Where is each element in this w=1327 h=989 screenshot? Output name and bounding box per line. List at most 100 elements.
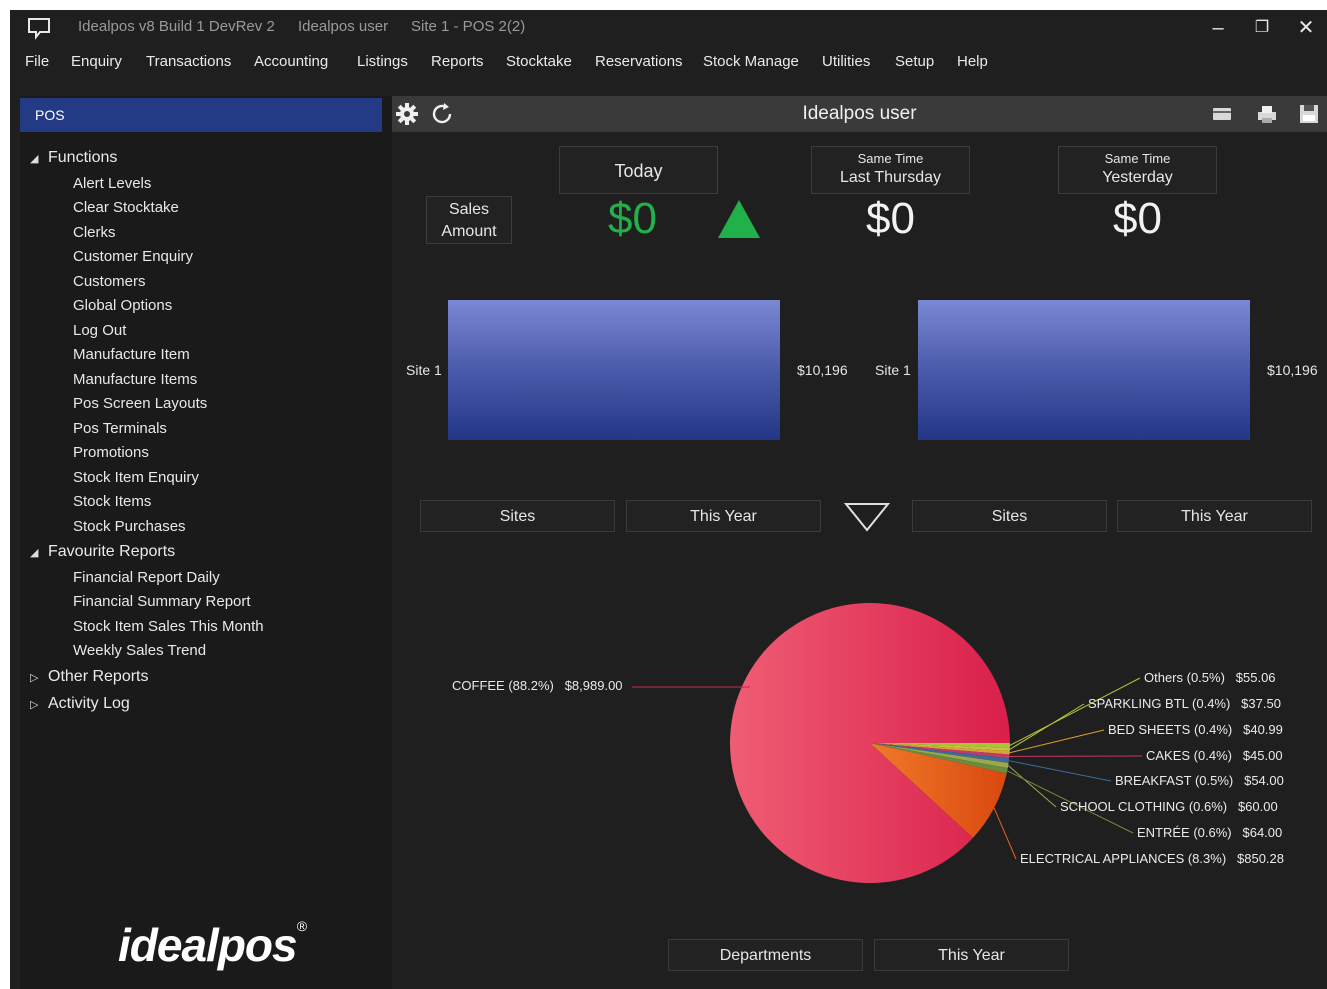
pie-label-text: COFFEE (88.2%) [452,678,554,693]
menu-transactions[interactable]: Transactions [146,53,231,70]
tree-item-global-options[interactable]: Global Options [73,297,172,314]
close-icon: ✕ [1297,17,1315,39]
pie-slice-electrical-appliances[interactable] [870,743,1007,838]
yesterday-line1: Same Time [1104,151,1171,166]
select-value: This Year [690,508,757,525]
pie-label-value: $8,989.00 [564,678,623,693]
menu-file[interactable]: File [25,53,49,70]
pie-label-text: BED SHEETS (0.4%) [1108,722,1233,737]
pie-label-entree: ENTRÉE (0.6%) $64.00 [1137,825,1282,840]
tree-item-stock-item-enquiry[interactable]: Stock Item Enquiry [73,469,199,486]
leader-line-3 [1007,765,1057,808]
last-thursday-label: Same Time Last Thursday [811,146,970,194]
main-header: Idealpos user [392,96,1327,132]
sidebar-tab-label: POS [35,107,65,123]
select-value: Departments [719,947,812,964]
pie-label-text: Others (0.5%) [1144,670,1225,685]
pie-label-value: $45.00 [1242,748,1283,763]
printer-icon[interactable] [1254,102,1280,126]
pie-grouping-select[interactable]: Departments [668,939,863,971]
tree-group-functions[interactable]: ◢ Functions [30,149,117,167]
select-value: This Year [1181,508,1248,525]
collapse-triangle-icon[interactable] [844,501,890,533]
tree-item-customers[interactable]: Customers [73,273,146,290]
sidebar: POS ◢ Functions Alert Levels Clear Stockt… [20,96,392,989]
sales-amount-line2: Amount [441,223,497,240]
tree-item-alert-levels[interactable]: Alert Levels [73,175,151,192]
tree-group-favourite-reports[interactable]: ◢ Favourite Reports [30,543,175,561]
pie-label-value: $850.28 [1237,851,1284,866]
tree-item-promotions[interactable]: Promotions [73,444,149,461]
title-bar: Idealpos v8 Build 1 DevRev 2 Idealpos us… [10,10,1327,46]
sales-amount-label: Sales Amount [426,196,512,244]
last-thursday-line1: Same Time [857,151,924,166]
pie-label-value: $54.00 [1244,773,1284,788]
idealpos-logo: idealpos® [118,918,307,972]
bar-chart-1-bar[interactable] [448,300,780,440]
close-button[interactable]: ✕ [1290,14,1322,42]
sidebar-tab-pos[interactable]: POS [20,98,382,132]
pie-label-text: SPARKLING BTL (0.4%) [1088,696,1231,711]
bar-chart-1-category: Site 1 [406,362,442,378]
yesterday-line2: Yesterday [1102,169,1173,186]
pie-slice-school-clothing[interactable] [870,743,1009,769]
pie-slice-coffee[interactable] [730,603,1010,884]
pie-slice-entr-e[interactable] [870,743,1008,774]
menu-reservations[interactable]: Reservations [595,53,683,70]
bar-chart-1-period-select[interactable]: This Year [626,500,821,532]
tree-item-pos-terminals[interactable]: Pos Terminals [73,420,167,437]
bar-chart-1-value: $10,196 [797,362,848,378]
pie-slice-others[interactable] [870,743,1010,748]
tree-item-stock-item-sales-this-month[interactable]: Stock Item Sales This Month [73,618,264,635]
menu-reports[interactable]: Reports [431,53,484,70]
save-icon[interactable] [1296,102,1322,126]
menu-setup[interactable]: Setup [895,53,934,70]
pie-label-electrical-appliances: ELECTRICAL APPLIANCES (8.3%) $850.28 [1020,851,1284,866]
expanded-arrow-icon: ◢ [30,153,39,165]
today-label: Today [559,146,718,194]
bar-chart-2-period-select[interactable]: This Year [1117,500,1312,532]
bar-chart-2-bar[interactable] [918,300,1250,440]
minimize-button[interactable]: ‒ [1202,14,1234,42]
tree-item-log-out[interactable]: Log Out [73,322,126,339]
menu-stocktake[interactable]: Stocktake [506,53,572,70]
bar-chart-2-category: Site 1 [875,362,911,378]
menu-stock-manage[interactable]: Stock Manage [703,53,799,70]
pie-label-text: BREAKFAST (0.5%) [1115,773,1234,788]
tree-item-stock-items[interactable]: Stock Items [73,493,151,510]
tree-item-weekly-sales-trend[interactable]: Weekly Sales Trend [73,642,206,659]
pie-period-select[interactable]: This Year [874,939,1069,971]
menu-utilities[interactable]: Utilities [822,53,870,70]
tree-item-clear-stocktake[interactable]: Clear Stocktake [73,199,179,216]
tree-item-pos-screen-layouts[interactable]: Pos Screen Layouts [73,395,207,412]
menu-help[interactable]: Help [957,53,988,70]
tree-item-clerks[interactable]: Clerks [73,224,116,241]
window-title-app: Idealpos v8 Build 1 DevRev 2 [78,18,275,35]
tree-item-manufacture-item[interactable]: Manufacture Item [73,346,190,363]
pie-slice-sparkling-btl[interactable] [870,743,1010,751]
bar-chart-2-grouping-select[interactable]: Sites [912,500,1107,532]
restore-button[interactable]: ❐ [1246,14,1278,42]
menu-listings[interactable]: Listings [357,53,408,70]
bar-chart-1-grouping-select[interactable]: Sites [420,500,615,532]
tree-item-stock-purchases[interactable]: Stock Purchases [73,518,186,535]
pie-label-cakes: CAKES (0.4%) $45.00 [1146,748,1283,763]
collapsed-arrow-icon: ▷ [30,699,39,711]
tree-item-customer-enquiry[interactable]: Customer Enquiry [73,248,193,265]
tree-item-financial-report-daily[interactable]: Financial Report Daily [73,569,220,586]
tree-item-manufacture-items[interactable]: Manufacture Items [73,371,197,388]
pie-label-text: ELECTRICAL APPLIANCES (8.3%) [1020,851,1227,866]
menu-enquiry[interactable]: Enquiry [71,53,122,70]
window-title-site: Site 1 - POS 2(2) [411,18,526,35]
tree-group-activity-log[interactable]: ▷ Activity Log [30,695,130,713]
pie-label-text: CAKES (0.4%) [1146,748,1232,763]
pie-slice-cakes[interactable] [870,743,1010,759]
card-icon[interactable] [1210,102,1236,126]
tree-group-other-reports[interactable]: ▷ Other Reports [30,668,148,686]
tree-group-label: Activity Log [48,695,130,712]
pie-slice-breakfast[interactable] [870,743,1010,763]
last-thursday-value: $0 [866,194,915,243]
tree-item-financial-summary-report[interactable]: Financial Summary Report [73,593,251,610]
pie-slice-bed-sheets[interactable] [870,743,1010,755]
menu-accounting[interactable]: Accounting [254,53,328,70]
